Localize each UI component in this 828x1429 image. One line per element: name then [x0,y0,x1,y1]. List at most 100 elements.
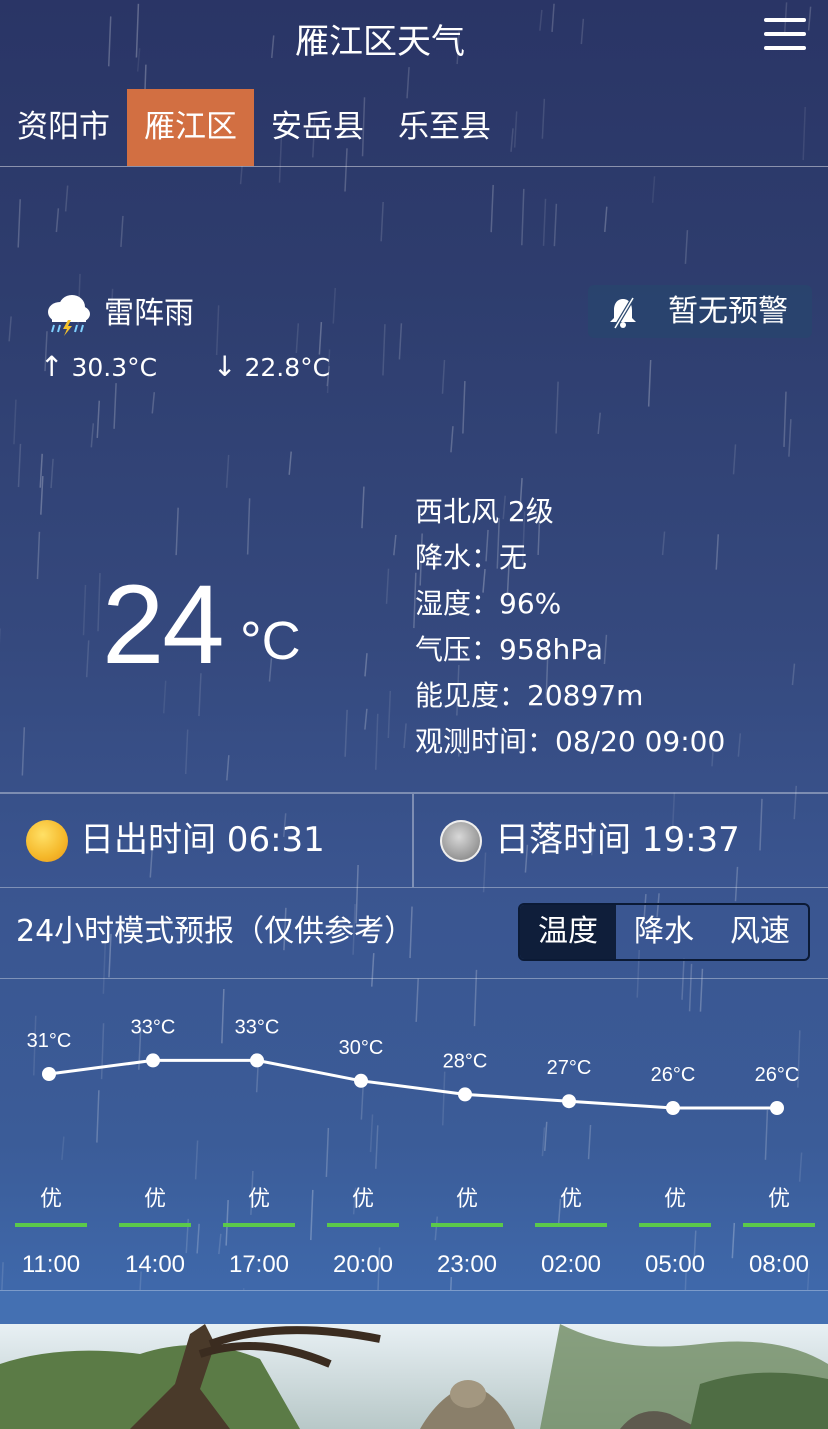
rain-streak [364,708,368,730]
rain-streak [597,412,601,434]
rain-streak [225,454,230,488]
rain-streak [398,323,403,360]
tab-yanjiang[interactable]: 雁江区 [127,89,254,166]
rain-streak [783,391,787,447]
rain-streak [226,755,230,781]
air-quality-bar [431,1223,503,1227]
air-quality-label: 优 [768,1187,790,1212]
bottom-band [0,1290,828,1325]
divider [412,794,414,887]
rain-streak [8,316,12,342]
warning-badge[interactable]: 暂无预警 [588,285,812,338]
rain-streak [450,426,454,453]
temperature-point [562,1094,576,1109]
rain-streak [295,323,300,354]
tab-lezhi[interactable]: 乐至县 [381,89,508,166]
rain-streak [737,733,742,757]
point-label: 27°C [547,1057,592,1079]
rain-streak [13,399,17,445]
sun-icon [26,820,68,862]
mode-precipitation-button[interactable]: 降水 [616,905,712,959]
rain-streak [288,451,292,475]
time-tick-label: 17:00 [229,1251,289,1278]
high-temperature: 30.3°C [71,353,158,382]
rain-streak [246,498,251,555]
temperature-point [354,1073,368,1088]
rain-streak [55,208,60,233]
rain-streak [555,381,559,434]
rain-streak [90,423,95,448]
rain-streak [64,185,69,212]
rain-streak [184,729,189,775]
rain-streak [647,359,652,407]
rain-streak [361,486,365,529]
temperature-unit: °C [240,611,301,671]
thunderstorm-cloud-icon [48,295,90,336]
tab-anyue[interactable]: 安岳县 [254,89,381,166]
rain-streak [393,534,397,556]
temperature-point [42,1067,56,1081]
air-quality-label: 优 [664,1187,686,1212]
rain-streak [50,458,54,489]
point-label: 33°C [131,1016,176,1038]
rain-streak [332,287,337,324]
sunset-time: 日落时间 19:37 [495,820,740,860]
air-quality-label: 优 [560,1187,582,1212]
mode-temperature-button[interactable]: 温度 [520,905,616,959]
rain-streak [175,507,179,556]
air-quality-bar [15,1223,87,1227]
rain-streak [385,568,390,604]
rain-streak [364,653,368,677]
rain-streak [40,475,44,515]
rain-streak [651,176,656,203]
rain-streak [462,381,466,434]
temperature-point [458,1087,472,1102]
sunrise-time: 日出时间 06:31 [80,820,325,860]
rain-streak [490,184,494,233]
rain-streak [788,419,792,457]
wind-info: 西北风 2级 [415,495,554,528]
warning-text: 暂无预警 [668,294,788,329]
time-tick-label: 11:00 [22,1251,80,1278]
air-quality-label: 优 [144,1187,166,1212]
forecast-title: 24小时模式预报（仅供参考） [16,914,415,949]
rain-streak [791,663,796,686]
low-temperature: 22.8°C [244,353,331,382]
time-tick-label: 20:00 [333,1251,393,1278]
rain-streak [113,383,117,429]
point-label: 31°C [27,1030,72,1052]
temperature-point [250,1053,264,1068]
tab-ziyang[interactable]: 资阳市 [0,89,127,166]
time-tick-label: 05:00 [645,1251,705,1278]
app-header: 雁江区天气 [0,0,828,72]
rain-streak [521,188,525,246]
visibility-info: 能见度：20897m [415,679,644,712]
air-quality-label: 优 [248,1187,270,1212]
air-quality-label: 优 [352,1187,374,1212]
rain-streak [441,359,446,394]
pressure-info: 气压：958hPa [415,633,603,666]
temperature-point [770,1101,784,1115]
air-quality-bar [639,1223,711,1227]
moon-icon [440,820,482,862]
arrow-down-icon: ↓ [213,350,237,383]
forecast-header: 24小时模式预报（仅供参考） 温度 降水 风速 [0,886,828,979]
rain-streak [684,230,689,264]
rain-streak [97,573,101,632]
rain-streak [382,324,386,376]
forecast-mode-switch: 温度 降水 风速 [518,903,810,961]
time-tick-label: 14:00 [125,1251,185,1278]
rain-streak [17,199,21,248]
hamburger-menu-icon[interactable] [764,16,806,52]
rain-streak [151,392,156,414]
observation-time: 观测时间：08/20 09:00 [415,725,726,758]
temperature-range: ↑ 30.3°C ↓ 22.8°C [40,350,330,383]
rain-streak [82,584,87,636]
air-quality-label: 优 [40,1187,62,1212]
sun-times: 日出时间 06:31 日落时间 19:37 [0,792,828,888]
rain-streak [387,690,392,739]
rain-streak [553,203,558,247]
rain-streak [215,305,220,356]
air-quality-label: 优 [456,1187,478,1212]
mode-wind-button[interactable]: 风速 [712,905,808,959]
